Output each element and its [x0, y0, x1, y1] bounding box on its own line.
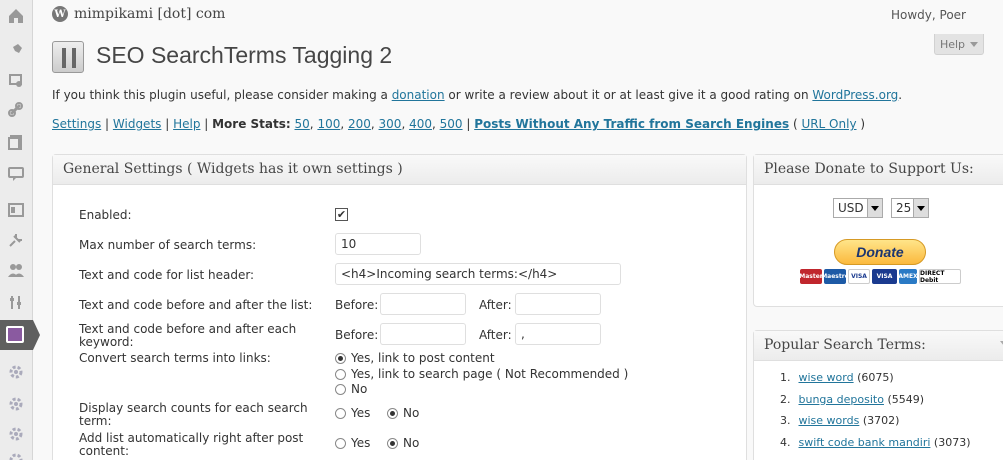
popular-terms-list: 1. wise word (6075) 2. bunga deposito (554… [780, 371, 970, 457]
users-icon[interactable] [4, 258, 28, 282]
settings-plugin-icon [6, 326, 24, 343]
site-title-text: mimpikami [dot] com [74, 6, 226, 22]
intro-text: If you think this plugin useful, please … [52, 88, 903, 102]
donate-box: Please Donate to Support Us: USD 25 Dona… [753, 154, 1003, 307]
dashboard-icon[interactable] [4, 4, 28, 28]
list-header-label: Text and code for list header: [79, 268, 255, 282]
counts-yes-radio[interactable]: Yes [335, 406, 370, 420]
stats-100-link[interactable]: 100 [317, 117, 340, 131]
enabled-checkbox[interactable]: ✔ [335, 208, 348, 221]
convert-no-radio[interactable]: No [335, 382, 367, 396]
list-header-input[interactable] [335, 263, 621, 285]
page-title: SEO SearchTerms Tagging 2 [96, 42, 393, 68]
autoadd-yes-radio[interactable]: Yes [335, 436, 370, 450]
list-before-after-label: Text and code before and after the list: [79, 298, 313, 312]
term-link[interactable]: bunga deposito [799, 393, 884, 406]
plugin-nav-links: Settings | Widgets | Help | More Stats: … [52, 117, 866, 131]
donate-title: Please Donate to Support Us: [754, 155, 1003, 185]
chevron-down-icon [867, 199, 882, 217]
chevron-down-icon [970, 41, 979, 47]
enabled-label: Enabled: [79, 208, 132, 222]
wordpress-org-link[interactable]: WordPress.org [812, 88, 898, 102]
user-greeting[interactable]: Howdy, Poer [891, 8, 966, 22]
maestro-icon: Maestro [821, 269, 849, 284]
tools-page-icon [52, 41, 84, 73]
keyword-after-label: After: [479, 328, 512, 342]
url-only-link[interactable]: URL Only [801, 117, 856, 131]
list-item: 3. wise words (3702) [780, 414, 900, 427]
help-link[interactable]: Help [173, 117, 200, 131]
stats-500-link[interactable]: 500 [440, 117, 463, 131]
media-icon[interactable] [4, 68, 28, 92]
list-item: 1. wise word (6075) [780, 371, 894, 384]
general-settings-title: General Settings ( Widgets has it own se… [53, 155, 746, 185]
list-before-label: Before: [335, 298, 379, 312]
pages-icon[interactable] [4, 130, 28, 154]
list-item: 2. bunga deposito (5549) [780, 392, 925, 406]
paypal-donate-button[interactable]: Donate [834, 239, 926, 265]
gear-icon[interactable] [4, 360, 28, 384]
term-link[interactable]: wise words [799, 414, 860, 427]
help-button[interactable]: Help [934, 34, 984, 55]
term-link[interactable]: wise word [799, 371, 854, 384]
amount-select[interactable]: 25 [891, 198, 929, 218]
term-link[interactable]: swift code bank mandiri [799, 436, 931, 449]
keyword-after-input[interactable] [515, 323, 601, 345]
wordpress-logo-icon: W [52, 6, 68, 22]
more-stats-label: More Stats: [212, 117, 291, 131]
gear-icon[interactable] [4, 422, 28, 446]
currency-select[interactable]: USD [833, 198, 883, 218]
counts-no-radio[interactable]: No [387, 406, 419, 420]
list-after-input[interactable] [515, 293, 601, 315]
convert-links-label: Convert search terms into links: [79, 351, 271, 365]
list-after-label: After: [479, 298, 512, 312]
general-settings-box: General Settings ( Widgets has it own se… [52, 154, 747, 460]
visa-electron-icon: VISA [872, 269, 897, 284]
admin-sidebar [0, 0, 40, 460]
max-terms-input[interactable] [335, 233, 421, 255]
donation-link[interactable]: donation [392, 88, 445, 102]
stats-200-link[interactable]: 200 [348, 117, 371, 131]
list-before-input[interactable] [380, 293, 466, 315]
popular-terms-title: Popular Search Terms: [754, 331, 1003, 361]
help-label: Help [939, 37, 966, 51]
comments-icon[interactable] [4, 162, 28, 186]
popular-terms-box: Popular Search Terms: 1. wise word (6075)… [753, 330, 1003, 460]
posts-icon[interactable] [4, 38, 28, 62]
stats-300-link[interactable]: 300 [379, 117, 402, 131]
stats-50-link[interactable]: 50 [295, 117, 310, 131]
direct-debit-icon: DIRECT Debit [919, 269, 961, 284]
keyword-before-label: Before: [335, 328, 379, 342]
links-icon[interactable] [4, 98, 28, 122]
display-counts-label: Display search counts for each search te… [79, 401, 308, 428]
mastercard-icon: Master [799, 269, 823, 284]
check-icon: ✔ [336, 208, 347, 221]
site-title[interactable]: W mimpikami [dot] com [52, 6, 225, 22]
visa-icon: VISA [848, 269, 870, 284]
chevron-down-icon [913, 199, 928, 217]
appearance-icon[interactable] [4, 198, 28, 222]
stats-400-link[interactable]: 400 [409, 117, 432, 131]
no-traffic-link[interactable]: Posts Without Any Traffic from Search En… [474, 117, 789, 131]
list-item: 4. swift code bank mandiri (3073) [780, 435, 971, 449]
max-terms-label: Max number of search terms: [79, 238, 257, 252]
convert-link-search-radio[interactable]: Yes, link to search page ( Not Recommend… [335, 367, 628, 381]
sidebar-item-active-settings[interactable] [0, 320, 40, 350]
auto-add-label: Add list automatically right after post … [79, 431, 304, 458]
convert-link-post-radio[interactable]: Yes, link to post content [335, 351, 495, 365]
amex-icon: AMEX [898, 269, 918, 284]
settings-link[interactable]: Settings [52, 117, 101, 131]
widgets-link[interactable]: Widgets [113, 117, 162, 131]
gear-icon[interactable] [4, 392, 28, 416]
keyword-before-after-label: Text and code before and after each keyw… [79, 322, 297, 349]
gear-icon[interactable] [4, 448, 28, 460]
tools-icon[interactable] [4, 290, 28, 314]
keyword-before-input[interactable] [380, 323, 466, 345]
autoadd-no-radio[interactable]: No [387, 436, 419, 450]
plugins-icon[interactable] [4, 228, 28, 252]
